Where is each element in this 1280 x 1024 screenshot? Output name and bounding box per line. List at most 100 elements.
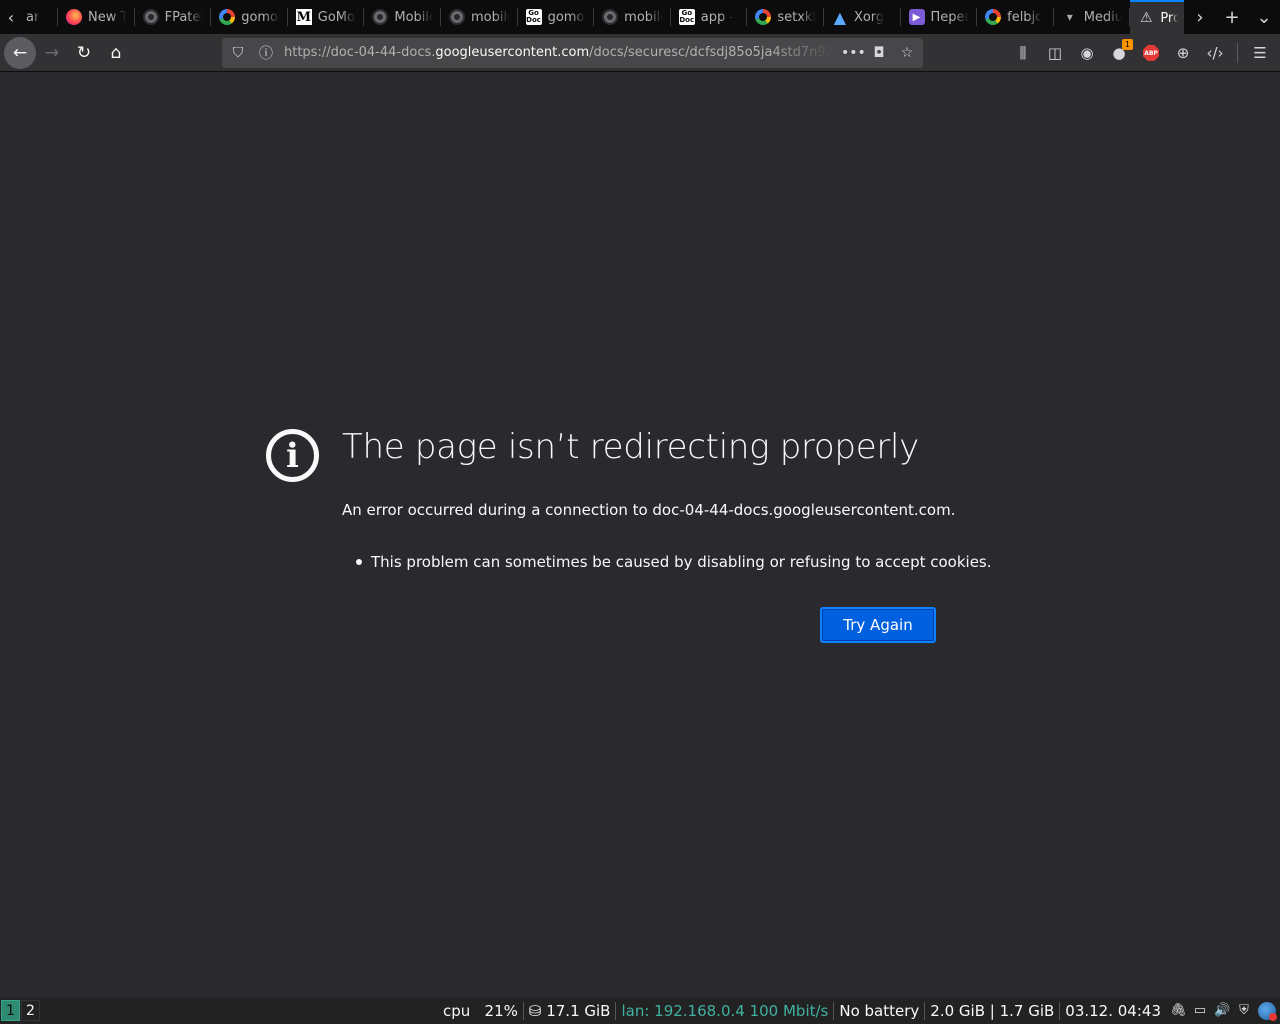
tab-gomobile-godoc[interactable]: GoDoc gomobile <box>518 0 595 34</box>
tab-new-tab[interactable]: New Tab <box>58 0 135 34</box>
url-input[interactable]: https://doc-04-44-docs.googleusercontent… <box>284 45 833 60</box>
new-tab-button[interactable]: + <box>1216 7 1248 28</box>
tab-list: ar New Tab FPatel gomobile M GoMobile Mo… <box>22 0 1184 34</box>
tab-label: New Tab <box>88 9 127 25</box>
toolbar-right: ⫼ ◫ ◉ ● 1 ABP ⊕ ‹/› ☰ <box>1007 37 1276 69</box>
tracking-protection-icon[interactable]: ⛉ <box>228 45 248 61</box>
tab-translator[interactable]: ▶ Переводчик <box>901 0 978 34</box>
github-icon <box>448 9 465 25</box>
url-host: googleusercontent.com <box>435 45 590 60</box>
disk-status: ⛁ 17.1 GiB <box>524 1001 617 1020</box>
tab-label: mobile <box>470 9 510 25</box>
info-icon: i <box>266 429 319 482</box>
paperclip-icon[interactable]: 🖇 <box>1170 1003 1187 1018</box>
translate-icon: ▶ <box>908 9 925 25</box>
tab-label: Переводчик <box>930 9 970 25</box>
workspace-2-button[interactable]: 2 <box>21 1000 40 1021</box>
shield-icon[interactable]: ⛨ <box>1236 1003 1252 1018</box>
tab-label: app - <box>700 9 735 25</box>
reload-button[interactable]: ↻ <box>68 37 100 69</box>
tab-mobile-github[interactable]: Mobile <box>364 0 441 34</box>
bookmark-icon: ▾ <box>1066 10 1073 24</box>
page-actions-icon[interactable]: ••• <box>841 45 866 61</box>
screen-icon[interactable]: ▭ <box>1192 1003 1208 1018</box>
url-prefix: https://doc-04-44-docs. <box>284 45 436 60</box>
tab-gomobile-medium[interactable]: M GoMobile <box>288 0 365 34</box>
list-all-tabs-icon[interactable]: ⌄ <box>1248 7 1280 28</box>
sidebar-icon[interactable]: ◫ <box>1039 37 1071 69</box>
error-description: An error occurred during a connection to… <box>342 501 956 519</box>
tab-label: Problem <box>1160 10 1178 26</box>
datetime-status: 03.12. 04:43 <box>1065 1001 1161 1020</box>
firefox-icon <box>66 9 82 25</box>
tab-label: GoMobile <box>317 9 357 25</box>
cpu-status: cpu 21% <box>438 1001 524 1020</box>
tab-label: gomobile <box>241 9 280 25</box>
warning-icon: ⚠ <box>1140 10 1153 26</box>
bookmark-star-icon[interactable]: ☆ <box>897 45 917 61</box>
tab-mobile-github-2[interactable]: mobile <box>441 0 518 34</box>
tab-medium[interactable]: ▾ Medium <box>1054 0 1131 34</box>
scroll-tabs-left-button[interactable]: ‹ <box>0 0 22 34</box>
tab-label: FPatel <box>164 9 204 25</box>
google-icon <box>755 9 772 25</box>
tab-label: felbjc <box>1007 9 1043 25</box>
status-segments: cpu 21% ⛁ 17.1 GiB lan: 192.168.0.4 100 … <box>438 997 1280 1024</box>
tab-setxkb[interactable]: setxkb <box>747 0 824 34</box>
battery-status: No battery <box>834 1001 926 1020</box>
error-suggestion-text: This problem can sometimes be caused by … <box>371 553 992 571</box>
workspace-1-button[interactable]: 1 <box>1 1000 20 1021</box>
pocket-icon[interactable]: ◘ <box>869 45 889 61</box>
error-suggestion-item: This problem can sometimes be caused by … <box>356 553 992 571</box>
back-button[interactable]: ← <box>4 36 36 69</box>
adblock-plus-label: ABP <box>1143 45 1159 61</box>
user-avatar-icon[interactable] <box>1258 1001 1277 1021</box>
tab-mobile-github-3[interactable]: mobile <box>594 0 671 34</box>
tab-problem-loading[interactable]: ⚠ Problem ✕ <box>1130 0 1184 34</box>
tab-gomobile-google[interactable]: gomobile <box>211 0 288 34</box>
medium-icon: M <box>295 9 312 25</box>
url-path: /docs/securesc/dcfsdj85o5ja4std7n92 <box>589 45 833 60</box>
account-icon[interactable]: ◉ <box>1071 37 1103 69</box>
tab-label: Medium <box>1083 9 1123 25</box>
navigation-toolbar: ← → ↻ ⌂ ⛉ ⓘ https://doc-04-44-docs.googl… <box>0 34 1280 72</box>
extension-dark-icon[interactable]: ● 1 <box>1103 37 1135 69</box>
tab-actions: › + ⌄ <box>1184 0 1280 34</box>
lan-status: lan: 192.168.0.4 100 Mbit/s <box>616 1001 835 1020</box>
home-button[interactable]: ⌂ <box>100 37 132 69</box>
godoc-icon: Go Doc <box>525 9 542 25</box>
tab-label: mobile <box>624 9 663 25</box>
tab-app-godoc[interactable]: Go Doc app - <box>671 0 748 34</box>
site-info-icon[interactable]: ⓘ <box>256 43 276 63</box>
tab-fpatel[interactable]: FPatel <box>135 0 212 34</box>
google-icon <box>219 9 236 25</box>
tab-label: ar <box>26 9 40 25</box>
developer-tools-icon[interactable]: ‹/› <box>1199 37 1231 69</box>
system-tray: 🖇 ▭ 🔊 ⛨ <box>1166 1001 1280 1021</box>
godoc-icon: Go Doc <box>678 9 695 25</box>
hamburger-menu-icon[interactable]: ☰ <box>1244 37 1276 69</box>
error-page: i The page isn’t redirecting properly An… <box>0 73 1280 997</box>
google-icon <box>985 9 1002 25</box>
tab-xorg[interactable]: ▲ Xorg <box>824 0 901 34</box>
library-icon[interactable]: ⫼ <box>1007 37 1039 69</box>
forward-button[interactable]: → <box>36 37 68 69</box>
volume-icon[interactable]: 🔊 <box>1214 1003 1230 1018</box>
github-icon <box>142 9 159 25</box>
arch-linux-icon: ▲ <box>833 7 847 27</box>
url-bar[interactable]: ⛉ ⓘ https://doc-04-44-docs.googleusercon… <box>222 37 923 68</box>
bullet-icon <box>356 559 362 565</box>
tab-label: gomobile <box>547 9 587 25</box>
try-again-button[interactable]: Try Again <box>820 607 936 643</box>
tab-label: Xorg <box>853 9 885 25</box>
tab-0[interactable]: ar <box>22 0 58 34</box>
adblock-plus-icon[interactable]: ABP <box>1135 37 1167 69</box>
tab-label: Mobile <box>394 9 433 25</box>
toolbar-divider <box>1237 43 1238 63</box>
tab-felbjc[interactable]: felbjc <box>977 0 1054 34</box>
github-icon <box>602 9 619 25</box>
scroll-tabs-right-button[interactable]: › <box>1184 7 1216 28</box>
github-icon <box>372 9 389 25</box>
globe-icon[interactable]: ⊕ <box>1167 37 1199 69</box>
memory-status: 2.0 GiB | 1.7 GiB <box>925 1001 1061 1020</box>
